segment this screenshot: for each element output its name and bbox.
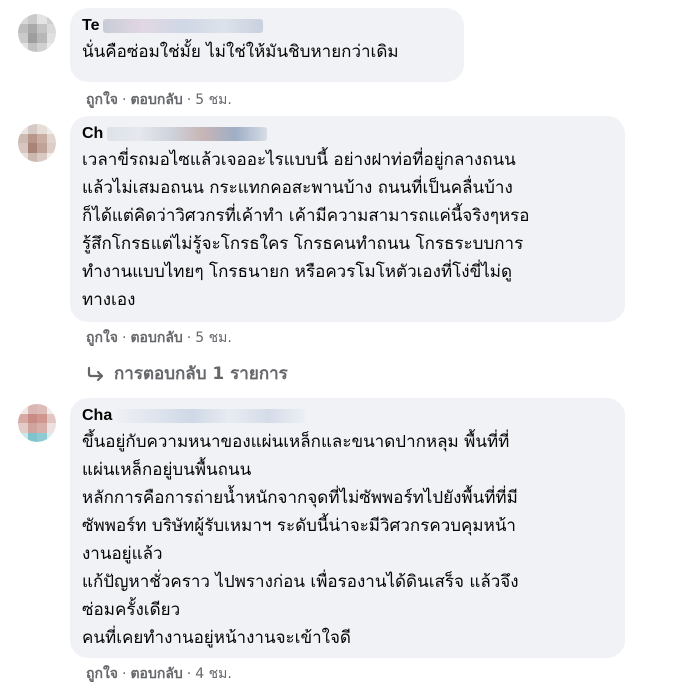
reply-link[interactable]: ตอบกลับ — [130, 663, 182, 685]
separator-dot: · — [122, 330, 127, 346]
comment-author[interactable]: Te — [82, 16, 452, 36]
comment-actions: ถูกใจ · ตอบกลับ · 4 ชม. — [86, 663, 232, 685]
avatar[interactable] — [18, 124, 56, 162]
avatar[interactable] — [18, 14, 56, 52]
comment-actions: ถูกใจ · ตอบกลับ · 5 ชม. — [86, 327, 232, 349]
reply-link[interactable]: ตอบกลับ — [130, 89, 182, 111]
blurred-name — [116, 409, 307, 423]
comment-text: เวลาขี่รถมอไซแล้วเจออะไรแบบนี้ อย่างฝาท่… — [82, 150, 530, 310]
avatar[interactable] — [18, 404, 56, 442]
separator-dot: · — [186, 92, 192, 108]
comment-bubble: Ch เวลาขี่รถมอไซแล้วเจออะไรแบบนี้ อย่างฝ… — [70, 116, 625, 322]
blurred-name — [107, 127, 268, 141]
blurred-name — [103, 19, 264, 33]
view-replies-link[interactable]: การตอบกลับ 1 รายการ — [86, 360, 288, 387]
comment-text: นั่นคือซ่อมใช่มั้ย ไม่ใช่ให้มันชิบหายกว่… — [82, 42, 399, 62]
reply-arrow-icon — [87, 366, 104, 381]
author-name[interactable]: Ch — [82, 124, 103, 144]
author-name[interactable]: Te — [82, 16, 99, 36]
author-name[interactable]: Cha — [82, 406, 112, 426]
like-link[interactable]: ถูกใจ — [86, 663, 118, 685]
reply-link[interactable]: ตอบกลับ — [130, 327, 182, 349]
comment-actions: ถูกใจ · ตอบกลับ · 5 ชม. — [86, 89, 232, 111]
comment-author[interactable]: Cha — [82, 406, 613, 426]
like-link[interactable]: ถูกใจ — [86, 89, 118, 111]
comment-author[interactable]: Ch — [82, 124, 613, 144]
like-link[interactable]: ถูกใจ — [86, 327, 118, 349]
comment-time[interactable]: 4 ชม. — [195, 663, 232, 685]
separator-dot: · — [186, 666, 192, 682]
comment-time[interactable]: 5 ชม. — [195, 327, 232, 349]
separator-dot: · — [186, 330, 192, 346]
comment-text: ขึ้นอยู่กับความหนาของแผ่นเหล็กและขนาดปาก… — [82, 432, 519, 648]
comment-bubble: Cha ขึ้นอยู่กับความหนาของแผ่นเหล็กและขนา… — [70, 398, 625, 658]
comment-time[interactable]: 5 ชม. — [195, 89, 232, 111]
comment-bubble: Te นั่นคือซ่อมใช่มั้ย ไม่ใช่ให้มันชิบหาย… — [70, 8, 464, 82]
separator-dot: · — [122, 666, 127, 682]
replies-count-label[interactable]: การตอบกลับ 1 รายการ — [114, 360, 288, 387]
separator-dot: · — [122, 92, 127, 108]
